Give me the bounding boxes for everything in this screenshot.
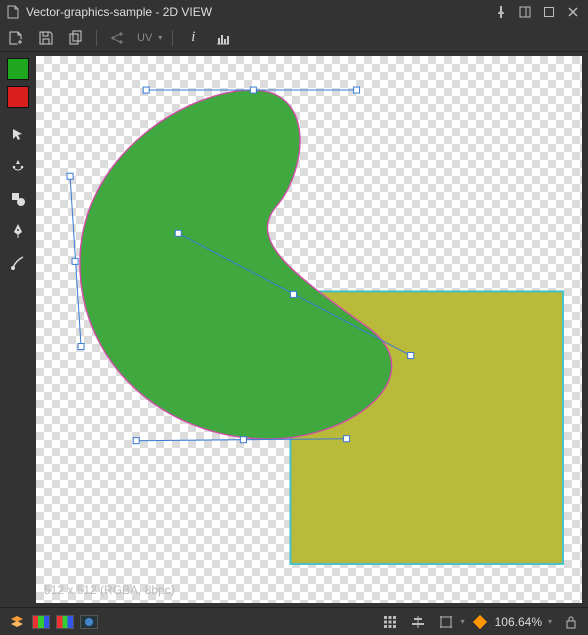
handle[interactable] [175,230,181,236]
statusbar: ▾ 106.64% ▾ [0,607,588,635]
chevron-down-icon[interactable]: ▾ [461,617,465,626]
handle[interactable] [240,437,246,443]
node-tool-icon[interactable] [5,154,31,180]
handle[interactable] [344,436,350,442]
separator [172,30,173,46]
pin-icon[interactable] [492,3,510,21]
brush-tool-icon[interactable] [5,250,31,276]
info-icon[interactable]: i [183,28,203,48]
handle[interactable] [354,87,360,93]
green-bean-shape[interactable] [80,90,392,439]
lock-icon[interactable] [562,613,580,631]
bounds-icon[interactable] [437,613,455,631]
arrow-tool-icon[interactable] [5,122,31,148]
histogram-icon[interactable] [213,28,233,48]
zoom-level[interactable]: 106.64% [495,615,542,629]
pen-tool-icon[interactable] [5,218,31,244]
statusbar-right: ▾ 106.64% ▾ [381,613,580,631]
viewport: 512 x 512 (RGBA, 8bpc) [36,52,588,607]
canvas[interactable]: 512 x 512 (RGBA, 8bpc) [36,56,582,603]
share-icon[interactable] [107,28,127,48]
copy-icon[interactable] [66,28,86,48]
channel-rgb-icon[interactable] [32,615,50,629]
workspace: 512 x 512 (RGBA, 8bpc) [0,52,588,607]
grid-icon[interactable] [381,613,399,631]
maximize-icon[interactable] [540,3,558,21]
document-icon [6,5,20,19]
channel-preview-icon[interactable] [80,615,98,629]
diamond-icon[interactable] [473,614,487,628]
statusbar-left [8,613,98,631]
handle[interactable] [133,438,139,444]
channel-rgb2-icon[interactable] [56,615,74,629]
chevron-down-icon[interactable]: ▾ [158,33,162,42]
handle[interactable] [67,173,73,179]
swatch-green[interactable] [7,58,29,80]
window-title: Vector-graphics-sample - 2D VIEW [26,5,486,19]
handle[interactable] [408,353,414,359]
align-icon[interactable] [409,613,427,631]
left-toolbar [0,52,36,607]
canvas-artwork [36,56,582,601]
uv-label[interactable]: UV [137,32,152,44]
separator [96,30,97,46]
chevron-down-icon[interactable]: ▾ [548,617,552,626]
titlebar: Vector-graphics-sample - 2D VIEW [0,0,588,24]
handle[interactable] [290,291,296,297]
new-document-icon[interactable] [6,28,26,48]
canvas-dimensions: 512 x 512 (RGBA, 8bpc) [44,583,175,597]
shapes-tool-icon[interactable] [5,186,31,212]
swatch-red[interactable] [7,86,29,108]
close-icon[interactable] [564,3,582,21]
toolbar: UV ▾ i [0,24,588,52]
panel-icon[interactable] [516,3,534,21]
handle[interactable] [78,344,84,350]
layers-icon[interactable] [8,613,26,631]
save-icon[interactable] [36,28,56,48]
handle[interactable] [250,87,256,93]
handle[interactable] [72,258,78,264]
handle[interactable] [143,87,149,93]
